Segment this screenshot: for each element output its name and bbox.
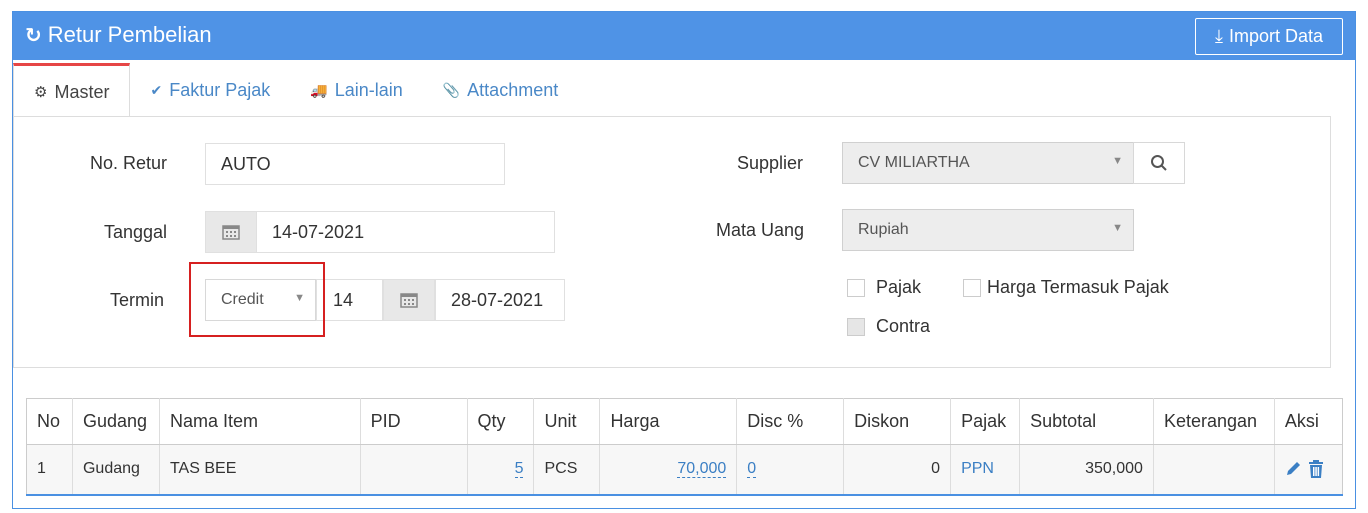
column-header-keterangan: Keterangan [1153, 398, 1275, 445]
supplier-label: Supplier [737, 153, 804, 173]
cell-qty: 5 [467, 444, 535, 495]
page-title: ↻ Retur Pembelian [25, 22, 212, 48]
cell-gudang: Gudang [72, 444, 160, 495]
table-header-row: No Gudang Nama Item PID Qty Unit Harga D… [26, 398, 1343, 445]
contra-checkbox-label: Contra [876, 316, 931, 336]
chevron-down-icon: ▼ [1112, 155, 1123, 167]
tab-bar: ⚙ Master ✔ Faktur Pajak 🚚 Lain-lain 📎 At… [13, 63, 578, 118]
supplier-value: CV MILIARTHA [858, 154, 970, 171]
termin-due-date-input[interactable]: 28-07-2021 [435, 279, 565, 321]
column-header-qty: Qty [467, 398, 535, 445]
cell-diskon: 0 [843, 444, 952, 495]
tanggal-label: Tanggal [104, 222, 168, 242]
column-header-nama-item: Nama Item [159, 398, 361, 445]
cell-nama-item: TAS BEE [159, 444, 361, 495]
mata-uang-label: Mata Uang [716, 220, 805, 240]
column-header-diskon: Diskon [843, 398, 952, 445]
cell-harga: 70,000 [599, 444, 738, 495]
page-title-text: Retur Pembelian [47, 22, 212, 47]
mata-uang-select[interactable]: Rupiah ▼ [842, 209, 1134, 251]
cell-keterangan [1153, 444, 1275, 495]
harga-editable[interactable]: 70,000 [677, 460, 727, 479]
panel-header: ↻ Retur Pembelian ⤓ Import Data [13, 12, 1355, 60]
column-header-pid: PID [360, 398, 468, 445]
column-header-unit: Unit [533, 398, 601, 445]
column-header-harga: Harga [599, 398, 738, 445]
tab-master[interactable]: ⚙ Master [13, 63, 131, 118]
harga-termasuk-pajak-label: Harga Termasuk Pajak [987, 277, 1169, 297]
termin-days-input[interactable]: 14 [316, 279, 383, 321]
contra-checkbox[interactable] [847, 318, 865, 336]
calendar-icon[interactable] [205, 211, 257, 253]
search-icon [1151, 155, 1167, 171]
pajak-checkbox[interactable] [847, 279, 865, 297]
column-header-gudang: Gudang [72, 398, 160, 445]
column-header-subtotal: Subtotal [1019, 398, 1154, 445]
refresh-icon[interactable]: ↻ [25, 23, 42, 48]
table-row: 1 Gudang TAS BEE 5 PCS 70,000 0 0 PPN 35… [26, 444, 1343, 495]
truck-icon: 🚚 [310, 81, 328, 98]
column-header-disc-percent: Disc % [736, 398, 845, 445]
harga-termasuk-pajak-checkbox[interactable] [963, 279, 981, 297]
cell-aksi [1274, 444, 1343, 495]
download-icon: ⤓ [1214, 26, 1223, 46]
trash-icon[interactable] [1307, 459, 1325, 479]
pajak-checkbox-label: Pajak [876, 277, 922, 297]
gears-icon: ⚙ [34, 84, 48, 101]
pencil-icon[interactable] [1285, 459, 1303, 477]
column-header-aksi: Aksi [1274, 398, 1343, 445]
column-header-no: No [26, 398, 73, 445]
tab-lain-lain-label: Lain-lain [334, 79, 403, 100]
cell-subtotal: 350,000 [1019, 444, 1154, 495]
calendar-icon[interactable] [383, 279, 435, 321]
highlight-box [189, 262, 325, 337]
import-data-label: Import Data [1228, 26, 1323, 46]
import-data-button[interactable]: ⤓ Import Data [1195, 18, 1343, 55]
supplier-select[interactable]: CV MILIARTHA ▼ [842, 142, 1134, 184]
tab-faktur-pajak-label: Faktur Pajak [169, 79, 271, 100]
items-table: No Gudang Nama Item PID Qty Unit Harga D… [26, 398, 1343, 496]
tab-attachment[interactable]: 📎 Attachment [423, 63, 578, 117]
pajak-link[interactable]: PPN [961, 460, 994, 477]
paperclip-icon: 📎 [442, 81, 461, 98]
tab-attachment-label: Attachment [467, 79, 559, 100]
column-header-pajak: Pajak [950, 398, 1021, 445]
mata-uang-value: Rupiah [858, 221, 909, 238]
no-retur-input[interactable]: AUTO [205, 143, 505, 185]
chevron-down-icon: ▼ [1112, 222, 1123, 234]
qty-editable[interactable]: 5 [514, 460, 524, 479]
tab-master-label: Master [54, 81, 110, 102]
check-circle-icon: ✔ [150, 81, 163, 98]
cell-pajak: PPN [950, 444, 1021, 495]
tab-faktur-pajak[interactable]: ✔ Faktur Pajak [130, 63, 290, 117]
termin-label: Termin [110, 290, 165, 310]
tanggal-input[interactable]: 14-07-2021 [256, 211, 555, 253]
cell-pid [360, 444, 468, 495]
cell-disc: 0 [736, 444, 845, 495]
no-retur-label: No. Retur [90, 153, 168, 173]
cell-no: 1 [26, 444, 73, 495]
disc-editable[interactable]: 0 [747, 460, 757, 479]
supplier-search-button[interactable] [1133, 142, 1185, 184]
cell-unit: PCS [533, 444, 601, 495]
tab-lain-lain[interactable]: 🚚 Lain-lain [290, 63, 422, 117]
